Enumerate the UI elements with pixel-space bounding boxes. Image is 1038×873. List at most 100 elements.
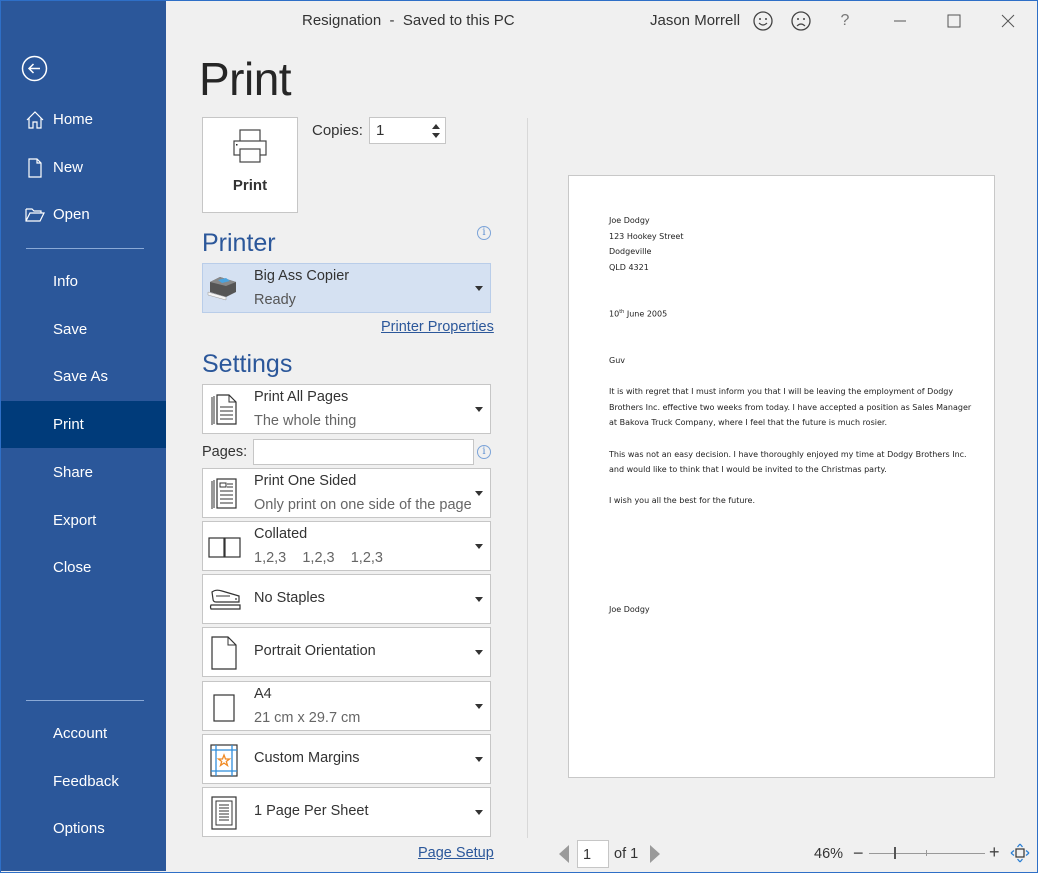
zoom-slider-thumb[interactable]	[894, 847, 896, 859]
new-doc-icon	[28, 157, 42, 178]
next-page-arrow-icon[interactable]	[650, 845, 660, 863]
sidebar-item-label: Export	[53, 512, 97, 529]
dropdown-title: A4	[254, 686, 272, 702]
zoom-slider-midmark	[926, 850, 927, 856]
print-button[interactable]: Print	[202, 117, 298, 213]
panel-divider	[527, 118, 528, 838]
dropdown-title: Collated	[254, 526, 308, 542]
chevron-down-icon	[475, 286, 483, 291]
pages-per-sheet-dropdown[interactable]: 1 Page Per Sheet	[202, 787, 491, 837]
sidebar-item-feedback[interactable]: Feedback	[1, 758, 166, 805]
pages-per-sheet-icon	[211, 796, 237, 830]
chevron-down-icon	[475, 650, 483, 655]
dropdown-subtitle: 1,2,3 1,2,3 1,2,3	[254, 550, 383, 566]
sides-dropdown[interactable]: Print One Sided Only print on one side o…	[202, 468, 491, 518]
sidebar-item-info[interactable]: Info	[1, 258, 166, 305]
sidebar-item-label: Open	[53, 206, 90, 223]
sidebar-item-print[interactable]: Print	[1, 401, 166, 448]
pages-input[interactable]	[253, 439, 474, 465]
margins-icon	[210, 744, 238, 777]
help-icon[interactable]: ?	[834, 10, 856, 32]
letter-date: 10th June 2005	[609, 309, 667, 319]
address-line: Joe Dodgy	[609, 216, 650, 225]
page-count: of 1	[614, 846, 639, 862]
sidebar-item-home[interactable]: Home	[1, 96, 166, 143]
sidebar-item-options[interactable]: Options	[1, 805, 166, 852]
backstage-sidebar: Home New Open Info Save Save As Print Sh…	[1, 1, 166, 871]
sidebar-item-share[interactable]: Share	[1, 449, 166, 496]
print-all-pages-icon	[211, 394, 237, 425]
print-preview-page: Joe Dodgy 123 Hookey Street Dodgeville Q…	[568, 175, 995, 778]
collated-icon	[208, 537, 241, 558]
paper-size-icon	[213, 694, 235, 722]
sidebar-item-new[interactable]: New	[1, 144, 166, 191]
page-title: Print	[199, 53, 292, 105]
orientation-dropdown[interactable]: Portrait Orientation	[202, 627, 491, 677]
margins-dropdown[interactable]: Custom Margins	[202, 734, 491, 784]
sidebar-item-save[interactable]: Save	[1, 306, 166, 353]
printer-select[interactable]: Big Ass Copier Ready	[202, 263, 491, 313]
zoom-slider-track[interactable]	[869, 853, 985, 854]
info-icon[interactable]: i	[477, 226, 491, 240]
spin-up-icon[interactable]	[431, 122, 441, 130]
chevron-down-icon	[475, 544, 483, 549]
body-line: It is with regret that I must inform you…	[609, 387, 954, 396]
user-name[interactable]: Jason Morrell	[650, 12, 740, 29]
copies-spinner[interactable]: 1	[369, 117, 446, 144]
spin-down-icon[interactable]	[431, 132, 441, 140]
dropdown-subtitle: The whole thing	[254, 413, 357, 429]
portrait-icon	[211, 636, 237, 670]
sidebar-item-export[interactable]: Export	[1, 497, 166, 544]
collation-dropdown[interactable]: Collated 1,2,3 1,2,3 1,2,3	[202, 521, 491, 571]
paper-size-dropdown[interactable]: A4 21 cm x 29.7 cm	[202, 681, 491, 731]
dropdown-subtitle: 21 cm x 29.7 cm	[254, 710, 361, 726]
address-line: Dodgeville	[609, 247, 652, 256]
chevron-down-icon	[475, 704, 483, 709]
folder-open-icon	[25, 207, 45, 222]
chevron-down-icon	[475, 757, 483, 762]
back-arrow-icon[interactable]	[21, 55, 48, 82]
date-day: 10	[609, 309, 620, 319]
sidebar-item-close[interactable]: Close	[1, 544, 166, 591]
sidebar-item-label: Save	[53, 321, 88, 338]
copies-value[interactable]: 1	[376, 122, 384, 139]
copies-label: Copies:	[312, 122, 363, 139]
current-page-input[interactable]: 1	[577, 840, 609, 868]
chevron-down-icon	[475, 597, 483, 602]
previous-page-arrow-icon[interactable]	[559, 845, 569, 863]
printer-device-icon	[207, 277, 236, 301]
sidebar-item-open[interactable]: Open	[1, 191, 166, 238]
body-line: Brothers Inc. effective two weeks from t…	[609, 403, 972, 412]
address-line: 123 Hookey Street	[609, 232, 684, 241]
frown-icon[interactable]	[790, 10, 812, 32]
sidebar-item-label: Account	[53, 725, 108, 742]
body-line: at Bakova Truck Company, where I feel th…	[609, 418, 887, 427]
printer-properties-link[interactable]: Printer Properties	[381, 319, 494, 335]
body-line: and would like to think that I would be …	[609, 465, 887, 474]
smiley-icon[interactable]	[752, 10, 774, 32]
sidebar-item-label: Options	[53, 820, 105, 837]
sidebar-item-label: Info	[53, 273, 79, 290]
page-setup-link[interactable]: Page Setup	[418, 845, 494, 861]
zoom-in-icon[interactable]: +	[989, 842, 1000, 863]
body-line: I wish you all the best for the future.	[609, 496, 755, 505]
staples-dropdown[interactable]: No Staples	[202, 574, 491, 624]
sidebar-divider	[26, 700, 144, 701]
sidebar-item-account[interactable]: Account	[1, 710, 166, 757]
signature: Joe Dodgy	[609, 605, 650, 614]
zoom-percent[interactable]: 46%	[814, 846, 843, 862]
zoom-to-page-icon[interactable]	[1010, 843, 1030, 863]
settings-heading: Settings	[202, 350, 293, 378]
print-range-dropdown[interactable]: Print All Pages The whole thing	[202, 384, 491, 434]
close-icon[interactable]	[997, 10, 1019, 32]
stapler-icon	[209, 589, 241, 610]
info-icon[interactable]: i	[477, 445, 491, 459]
pages-label: Pages:	[202, 444, 248, 460]
minimize-icon[interactable]	[889, 10, 911, 32]
maximize-icon[interactable]	[943, 10, 965, 32]
sidebar-item-save-as[interactable]: Save As	[1, 353, 166, 400]
zoom-out-icon[interactable]: −	[853, 843, 864, 864]
one-sided-icon	[211, 478, 237, 509]
address-line: QLD 4321	[609, 263, 649, 272]
sidebar-item-label: Close	[53, 559, 92, 576]
